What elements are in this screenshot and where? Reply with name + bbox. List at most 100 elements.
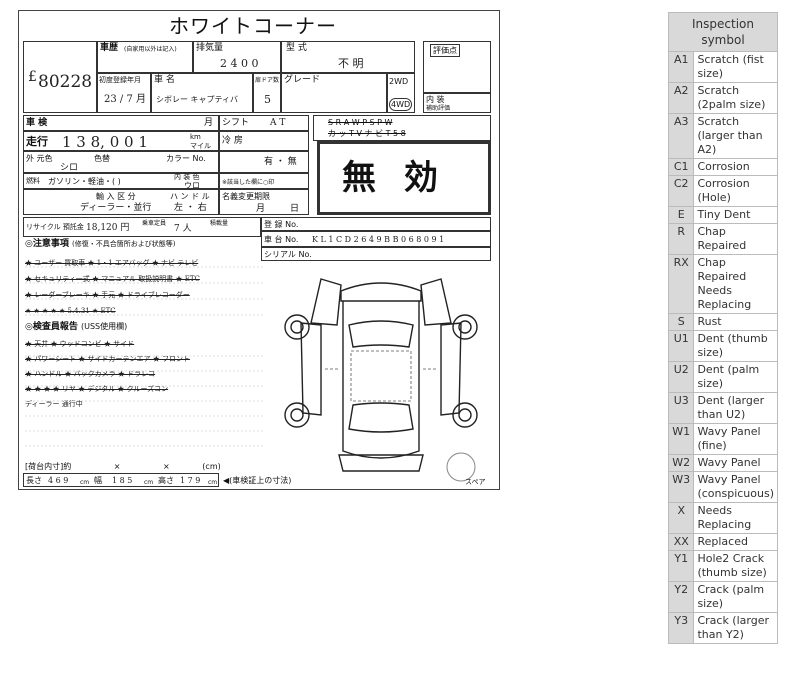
eval-label: 評価点 [430, 44, 460, 57]
legend-desc: Crack (larger than Y2) [693, 612, 778, 644]
recycle-label: リサイクル 預託金 [26, 223, 84, 231]
shift-value: A T [270, 118, 286, 128]
name-change-box: 名義変更期限 月 日 [219, 189, 309, 215]
name-change-label: 名義変更期限 [222, 192, 270, 201]
legend-desc: Tiny Dent [693, 206, 778, 224]
invalid-stamp: 無 効 [342, 158, 446, 198]
car-name-box: 車 名 シボレー キャプティバ [151, 73, 253, 113]
car-name-label: 車 名 [154, 75, 175, 85]
first-reg-box: 初度登録年月 23 / 7 月 [97, 73, 151, 113]
legend-code: A2 [667, 82, 695, 114]
legend-code: W3 [667, 471, 695, 503]
ac-note-box: ※該当した欄に○印 [219, 173, 309, 189]
ac-note: ※該当した欄に○印 [222, 179, 275, 186]
serial-box: シリアル No. [261, 247, 491, 261]
car-diagram [284, 278, 478, 472]
legend-code: R [667, 223, 695, 255]
chassis-label: 車 台 No. [264, 235, 299, 244]
legend-code: A3 [667, 113, 695, 159]
chassis-value: K L 1 C D 2 6 4 9 B B 0 6 8 0 9 1 [312, 235, 445, 244]
height-value: 1 7 9 [180, 476, 201, 485]
cargo-row: [荷台内寸]約 × × (cm) [25, 461, 221, 472]
displacement-value: 2 4 0 0 [220, 57, 259, 70]
capacity-value: 7 人 [174, 224, 192, 234]
load-label: 積載量 [210, 220, 229, 227]
cargo-x2: × [163, 462, 170, 471]
recycle-value: 18,120 円 [86, 223, 130, 233]
legend-desc: Dent (palm size) [693, 361, 778, 393]
width-value: 1 8 5 [112, 476, 133, 485]
legend-desc: Replaced [693, 533, 778, 551]
options-box: S R A W P S P W カ ッ T V ナ ビ T 5 8 [313, 115, 491, 141]
legend-row: W3 Wavy Panel (conspicuous) [667, 471, 778, 503]
car-name-value: シボレー キャプティバ [156, 95, 239, 104]
eval-box: 評価点 [423, 41, 491, 93]
width-unit: cm [144, 479, 154, 486]
legend-row: E Tiny Dent [667, 206, 778, 224]
shift-box: シフト A T [219, 115, 309, 131]
import-box: 輸 入 区 分 ハ ン ド ル ディーラー・並行 左 ・ 右 [23, 189, 219, 215]
first-reg-value: 23 / 7 月 [104, 94, 146, 105]
legend-code: Y3 [667, 612, 695, 644]
legend-desc: Crack (palm size) [693, 581, 778, 613]
mileage-label: 走行 [26, 135, 48, 148]
doors-box: 扉ドア数 5 [253, 73, 281, 113]
legend-desc: Dent (thumb size) [693, 330, 778, 362]
chassis-box: 車 台 No. K L 1 C D 2 6 4 9 B B 0 6 8 0 9 … [261, 231, 491, 247]
lot-box: £ 80228 [23, 41, 97, 113]
legend-desc: Hole2 Crack (thumb size) [693, 550, 778, 582]
first-reg-label: 初度登録年月 [99, 76, 141, 84]
ruled-lines-lower [25, 355, 265, 447]
inspection-box: 車 検 月 [23, 115, 219, 131]
history-box: 車歴 (自家用以外は記入) [97, 41, 193, 73]
legend-desc: Corrosion (Hole) [693, 175, 778, 207]
caution-label: ◎注意事項 (修復・不具合箇所および状態等) [25, 239, 175, 250]
recycle-box: リサイクル 預託金 18,120 円 乗車定員 7 人 積載量 [23, 217, 261, 237]
legend-row: W2 Wavy Panel [667, 454, 778, 472]
legend-code: XX [667, 533, 695, 551]
model-value: 不 明 [338, 57, 364, 70]
legend-code: U2 [667, 361, 695, 393]
legend-row: R Chap Repaired [667, 223, 778, 255]
legend-row: XX Replaced [667, 533, 778, 551]
color-box: 外 元色 色替 シロ カラー No. [23, 151, 219, 173]
cargo-label: [荷台内寸]約 [25, 462, 72, 471]
interior-sub-label: 補助評価 [426, 105, 451, 112]
color-name-label: 色替 [94, 154, 110, 163]
name-change-month: 月 [256, 204, 266, 214]
invalid-stamp-box: 無 効 [317, 141, 491, 215]
reg-label: 登 録 No. [264, 220, 299, 229]
legend-row: U1 Dent (thumb size) [667, 330, 778, 362]
spare-label: スペア [465, 478, 486, 486]
legend-row: C2 Corrosion (Hole) [667, 175, 778, 207]
legend-row: Y1 Hole2 Crack (thumb size) [667, 550, 778, 582]
mileage-box: 走行 1 3 8, 0 0 1 km マイル [23, 131, 219, 151]
legend-code: E [667, 206, 695, 224]
width-label: 幅 [94, 476, 102, 485]
caution-title: ◎注意事項 [25, 239, 69, 249]
height-unit: cm [208, 479, 218, 486]
aircon-label: 冷 房 [222, 136, 243, 146]
legend-code: U3 [667, 392, 695, 424]
import-label: 輸 入 区 分 [96, 192, 136, 201]
cargo-unit: (cm) [202, 462, 221, 471]
legend-row: U3 Dent (larger than U2) [667, 392, 778, 424]
ext-color-label: 外 元色 [26, 154, 53, 163]
drive-box: 2WD 4WD [387, 73, 415, 113]
legend-code: U1 [667, 330, 695, 362]
legend-code: W1 [667, 423, 695, 455]
name-change-day: 日 [290, 204, 300, 214]
legend-code: S [667, 313, 695, 331]
grade-box: グレード [281, 73, 387, 113]
legend-code: C1 [667, 158, 695, 176]
options-row-2: カ ッ T V ナ ビ T 5 8 [328, 129, 406, 138]
legend-desc: Corrosion [693, 158, 778, 176]
legend-desc: Wavy Panel [693, 454, 778, 472]
legend-desc: Needs Replacing [693, 502, 778, 534]
dims-box: 長さ 4 6 9 cm 幅 1 8 5 cm 高さ 1 7 9 cm [23, 473, 219, 487]
legend-row: Y2 Crack (palm size) [667, 581, 778, 613]
legend-row: X Needs Replacing [667, 502, 778, 534]
ac-yes-no: 有 ・ 無 [264, 157, 297, 167]
legend-desc: Dent (larger than U2) [693, 392, 778, 424]
legend-desc: Scratch (2palm size) [693, 82, 778, 114]
